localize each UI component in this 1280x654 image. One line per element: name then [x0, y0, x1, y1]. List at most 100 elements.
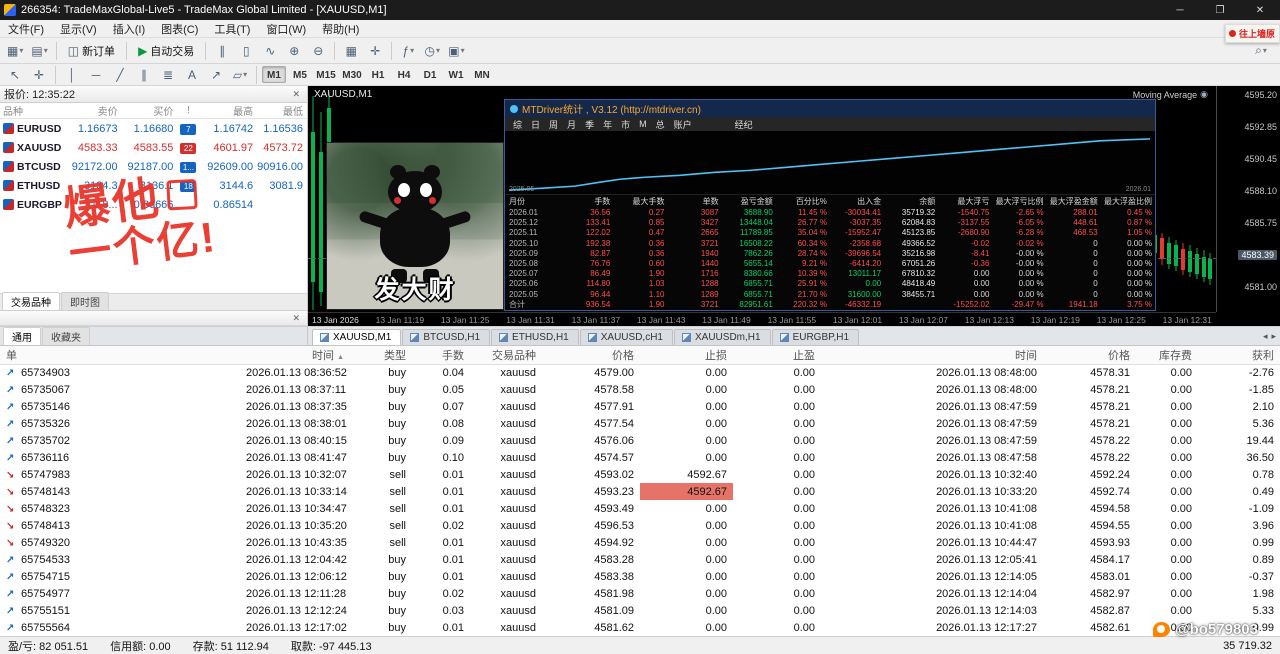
history-row[interactable]: ↗65735702 2026.01.13 08:40:15buy0.09xauu…	[0, 432, 1280, 449]
text-tool-icon[interactable]: A	[181, 65, 203, 85]
chart-tab[interactable]: XAUUSD,M1	[312, 329, 401, 345]
channel-icon[interactable]: ∥	[133, 65, 155, 85]
autotrade-button[interactable]: ▶自动交易	[131, 41, 201, 61]
history-row[interactable]: ↗65736116 2026.01.13 08:41:47buy0.10xauu…	[0, 449, 1280, 466]
menu-item[interactable]: 工具(T)	[206, 21, 258, 37]
chart-tab[interactable]: XAUUSD,cH1	[580, 329, 673, 345]
history-column-header[interactable]: 库存费	[1136, 346, 1198, 364]
search-icon[interactable]: ⌕▾	[1250, 41, 1272, 61]
timeframe-mn[interactable]: MN	[470, 66, 494, 83]
crosshair-tool-icon[interactable]: ✛	[28, 65, 50, 85]
mtdriver-tab[interactable]: 综	[513, 118, 522, 131]
mtdriver-tab[interactable]: 周	[549, 118, 558, 131]
tabs-scroll-right-icon[interactable]: ▸	[1271, 331, 1276, 342]
close-icon[interactable]: ✕	[1240, 0, 1280, 20]
chart-line-icon[interactable]: ∿	[259, 41, 281, 61]
history-column-header[interactable]: 止盈	[733, 346, 821, 364]
history-row[interactable]: ↗65754533 2026.01.13 12:04:42buy0.01xauu…	[0, 551, 1280, 568]
navigator-close-icon[interactable]: ✕	[289, 313, 303, 324]
mw-tab[interactable]: 即时图	[61, 292, 109, 310]
history-row[interactable]: ↘65748323 2026.01.13 10:34:47sell0.01xau…	[0, 500, 1280, 517]
price-axis[interactable]: 4595.204592.854590.454588.104585.754583.…	[1216, 86, 1280, 312]
mw-column-header[interactable]: 最低	[257, 103, 307, 118]
mtdriver-titlebar[interactable]: MTDriver统计 , V3.12 (http://mtdriver.cn)	[505, 100, 1155, 117]
fibonacci-icon[interactable]: ≣	[157, 65, 179, 85]
mw-column-header[interactable]: 卖价	[64, 103, 122, 118]
history-row[interactable]: ↗65735326 2026.01.13 08:38:01buy0.08xauu…	[0, 415, 1280, 432]
menu-item[interactable]: 插入(I)	[105, 21, 153, 37]
mw-column-header[interactable]: !	[177, 105, 203, 116]
mtdriver-tab[interactable]: 经纪	[735, 118, 753, 131]
history-column-header[interactable]: 交易品种	[470, 346, 542, 364]
mtdriver-tab[interactable]: 日	[531, 118, 540, 131]
mtdriver-window[interactable]: MTDriver统计 , V3.12 (http://mtdriver.cn) …	[504, 99, 1156, 311]
history-row[interactable]: ↗65754977 2026.01.13 12:11:28buy0.02xauu…	[0, 585, 1280, 602]
mw-row[interactable]: BTCUSD 92172.00 92187.00 1... 92609.00 9…	[0, 157, 307, 176]
history-column-header[interactable]: 止损	[640, 346, 733, 364]
history-column-header[interactable]: 类型	[350, 346, 412, 364]
chart-bars-icon[interactable]: ∥	[211, 41, 233, 61]
mtdriver-tab[interactable]: 季	[585, 118, 594, 131]
mw-column-header[interactable]: 最高	[203, 103, 257, 118]
history-column-header[interactable]: 手数	[412, 346, 470, 364]
chart-candles-icon[interactable]: ▯	[235, 41, 257, 61]
horizontal-line-icon[interactable]: ─	[85, 65, 107, 85]
indicators-icon[interactable]: ƒ▾	[397, 41, 419, 61]
history-column-header[interactable]: 价格	[542, 346, 640, 364]
mtdriver-tab[interactable]: 月	[567, 118, 576, 131]
history-row[interactable]: ↗65755564 2026.01.13 12:17:02buy0.01xauu…	[0, 619, 1280, 636]
mw-column-header[interactable]: 买价	[122, 103, 178, 118]
timeframe-m15[interactable]: M15	[314, 66, 338, 83]
grid-icon[interactable]: ▦	[340, 41, 362, 61]
zoom-out-icon[interactable]: ⊖	[307, 41, 329, 61]
history-column-header[interactable]: 价格	[1043, 346, 1136, 364]
mtdriver-tab[interactable]: M	[639, 119, 647, 129]
cursor-icon[interactable]: ↖	[4, 65, 26, 85]
vertical-line-icon[interactable]: │	[61, 65, 83, 85]
mtdriver-tab[interactable]: 市	[621, 118, 630, 131]
tabs-scroll-left-icon[interactable]: ◂	[1263, 331, 1268, 342]
menu-item[interactable]: 窗口(W)	[258, 21, 314, 37]
chart-tab[interactable]: ETHUSD,H1	[491, 329, 579, 345]
history-column-header[interactable]: 时间	[821, 346, 1043, 364]
trendline-icon[interactable]: ╱	[109, 65, 131, 85]
chart-tab[interactable]: XAUUSDm,H1	[674, 329, 771, 345]
history-row[interactable]: ↘65747983 2026.01.13 10:32:07sell0.01xau…	[0, 466, 1280, 483]
history-column-header[interactable]: 时间 ▲	[240, 346, 350, 364]
history-row[interactable]: ↗65735146 2026.01.13 08:37:35buy0.07xauu…	[0, 398, 1280, 415]
history-row[interactable]: ↗65754715 2026.01.13 12:06:12buy0.01xauu…	[0, 568, 1280, 585]
timeframe-m1[interactable]: M1	[262, 66, 286, 83]
history-row[interactable]: ↘65748143 2026.01.13 10:33:14sell0.01xau…	[0, 483, 1280, 500]
menu-item[interactable]: 帮助(H)	[314, 21, 367, 37]
history-row[interactable]: ↗65735067 2026.01.13 08:37:11buy0.05xauu…	[0, 381, 1280, 398]
profiles-icon[interactable]: ▤▾	[28, 41, 50, 61]
templates-icon[interactable]: ▣▾	[445, 41, 467, 61]
periods-icon[interactable]: ◷▾	[421, 41, 443, 61]
mw-row[interactable]: EURUSD 1.16673 1.16680 7 1.16742 1.16536	[0, 119, 307, 138]
new-chart-icon[interactable]: ▦▾	[4, 41, 26, 61]
history-row[interactable]: ↗65734903 2026.01.13 08:36:52buy0.04xauu…	[0, 364, 1280, 381]
market-watch-close-icon[interactable]: ✕	[289, 89, 303, 100]
navigator-tab[interactable]: 通用	[3, 327, 41, 345]
mw-row[interactable]: EURGBP 0.8... 0.86666 0.86514	[0, 195, 307, 214]
mw-row[interactable]: XAUUSD 4583.33 4583.55 22 4601.97 4573.7…	[0, 138, 307, 157]
crosshair-icon[interactable]: ✛	[364, 41, 386, 61]
chart-area[interactable]: XAUUSD,M1 Moving Average◉ 发大财 MTDriver统计…	[308, 86, 1280, 326]
history-column-header[interactable]: 获利	[1198, 346, 1280, 364]
chart-tab[interactable]: EURGBP,H1	[772, 329, 860, 345]
mtdriver-tab[interactable]: 年	[603, 118, 612, 131]
timeframe-m30[interactable]: M30	[340, 66, 364, 83]
mtdriver-tab[interactable]: 账户	[674, 118, 692, 131]
new-order-button[interactable]: ◫新订单	[61, 41, 122, 61]
indicator-settings-icon[interactable]: ◉	[1200, 89, 1208, 100]
timeframe-w1[interactable]: W1	[444, 66, 468, 83]
history-column-header[interactable]: 单	[0, 346, 240, 364]
timeframe-h4[interactable]: H4	[392, 66, 416, 83]
minimize-icon[interactable]: ─	[1160, 0, 1200, 20]
timeframe-d1[interactable]: D1	[418, 66, 442, 83]
mtdriver-tab[interactable]: 总	[656, 118, 665, 131]
shapes-icon[interactable]: ▱▾	[229, 65, 251, 85]
menu-item[interactable]: 图表(C)	[153, 21, 206, 37]
menu-item[interactable]: 文件(F)	[0, 21, 52, 37]
time-axis[interactable]: 13 Jan 202613 Jan 11:1913 Jan 11:2513 Ja…	[308, 312, 1216, 326]
